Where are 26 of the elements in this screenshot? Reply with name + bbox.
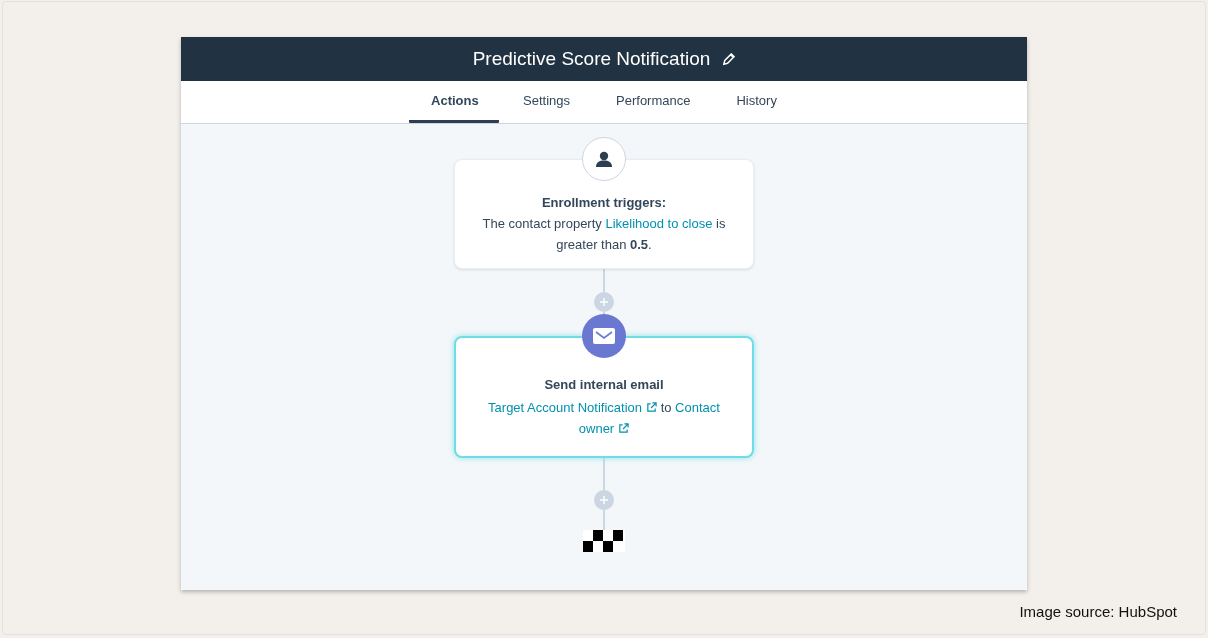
tab[interactable]: Performance bbox=[594, 81, 713, 123]
tab[interactable]: Actions bbox=[409, 81, 500, 123]
workflow-title: Predictive Score Notification bbox=[472, 48, 711, 70]
envelope-icon bbox=[593, 328, 615, 344]
external-link-icon bbox=[646, 402, 657, 413]
card-heading: Enrollment triggers: bbox=[541, 194, 667, 212]
plus-icon bbox=[600, 496, 608, 504]
property-link[interactable]: Likelihood to close bbox=[605, 216, 713, 231]
image-caption: Image source: HubSpot bbox=[1019, 603, 1177, 620]
action-card[interactable]: Send internal email Target Account Notification to Contact owner bbox=[454, 336, 754, 458]
recipient-link[interactable]: Contact bbox=[675, 400, 720, 415]
external-link-icon bbox=[618, 423, 630, 434]
joiner-text: to bbox=[660, 400, 672, 415]
card-heading: Send internal email bbox=[544, 376, 664, 394]
tab[interactable]: Settings bbox=[501, 81, 593, 123]
add-step-button[interactable] bbox=[594, 292, 614, 312]
plus-icon bbox=[600, 298, 608, 306]
pencil-icon[interactable] bbox=[722, 52, 736, 66]
email-link[interactable]: Target Account Notification bbox=[488, 400, 657, 415]
tab[interactable]: History bbox=[714, 81, 799, 123]
trigger-card[interactable]: Enrollment triggers: The contact property Likelihood to close is greater than 0.5. bbox=[454, 159, 754, 269]
finish-flag-icon bbox=[583, 530, 625, 552]
recipient-link-continued[interactable]: owner bbox=[578, 421, 630, 436]
trigger-description: The contact property Likelihood to close is greater than 0.5. bbox=[481, 215, 727, 254]
add-step-button[interactable] bbox=[594, 490, 614, 510]
person-icon bbox=[595, 150, 613, 168]
